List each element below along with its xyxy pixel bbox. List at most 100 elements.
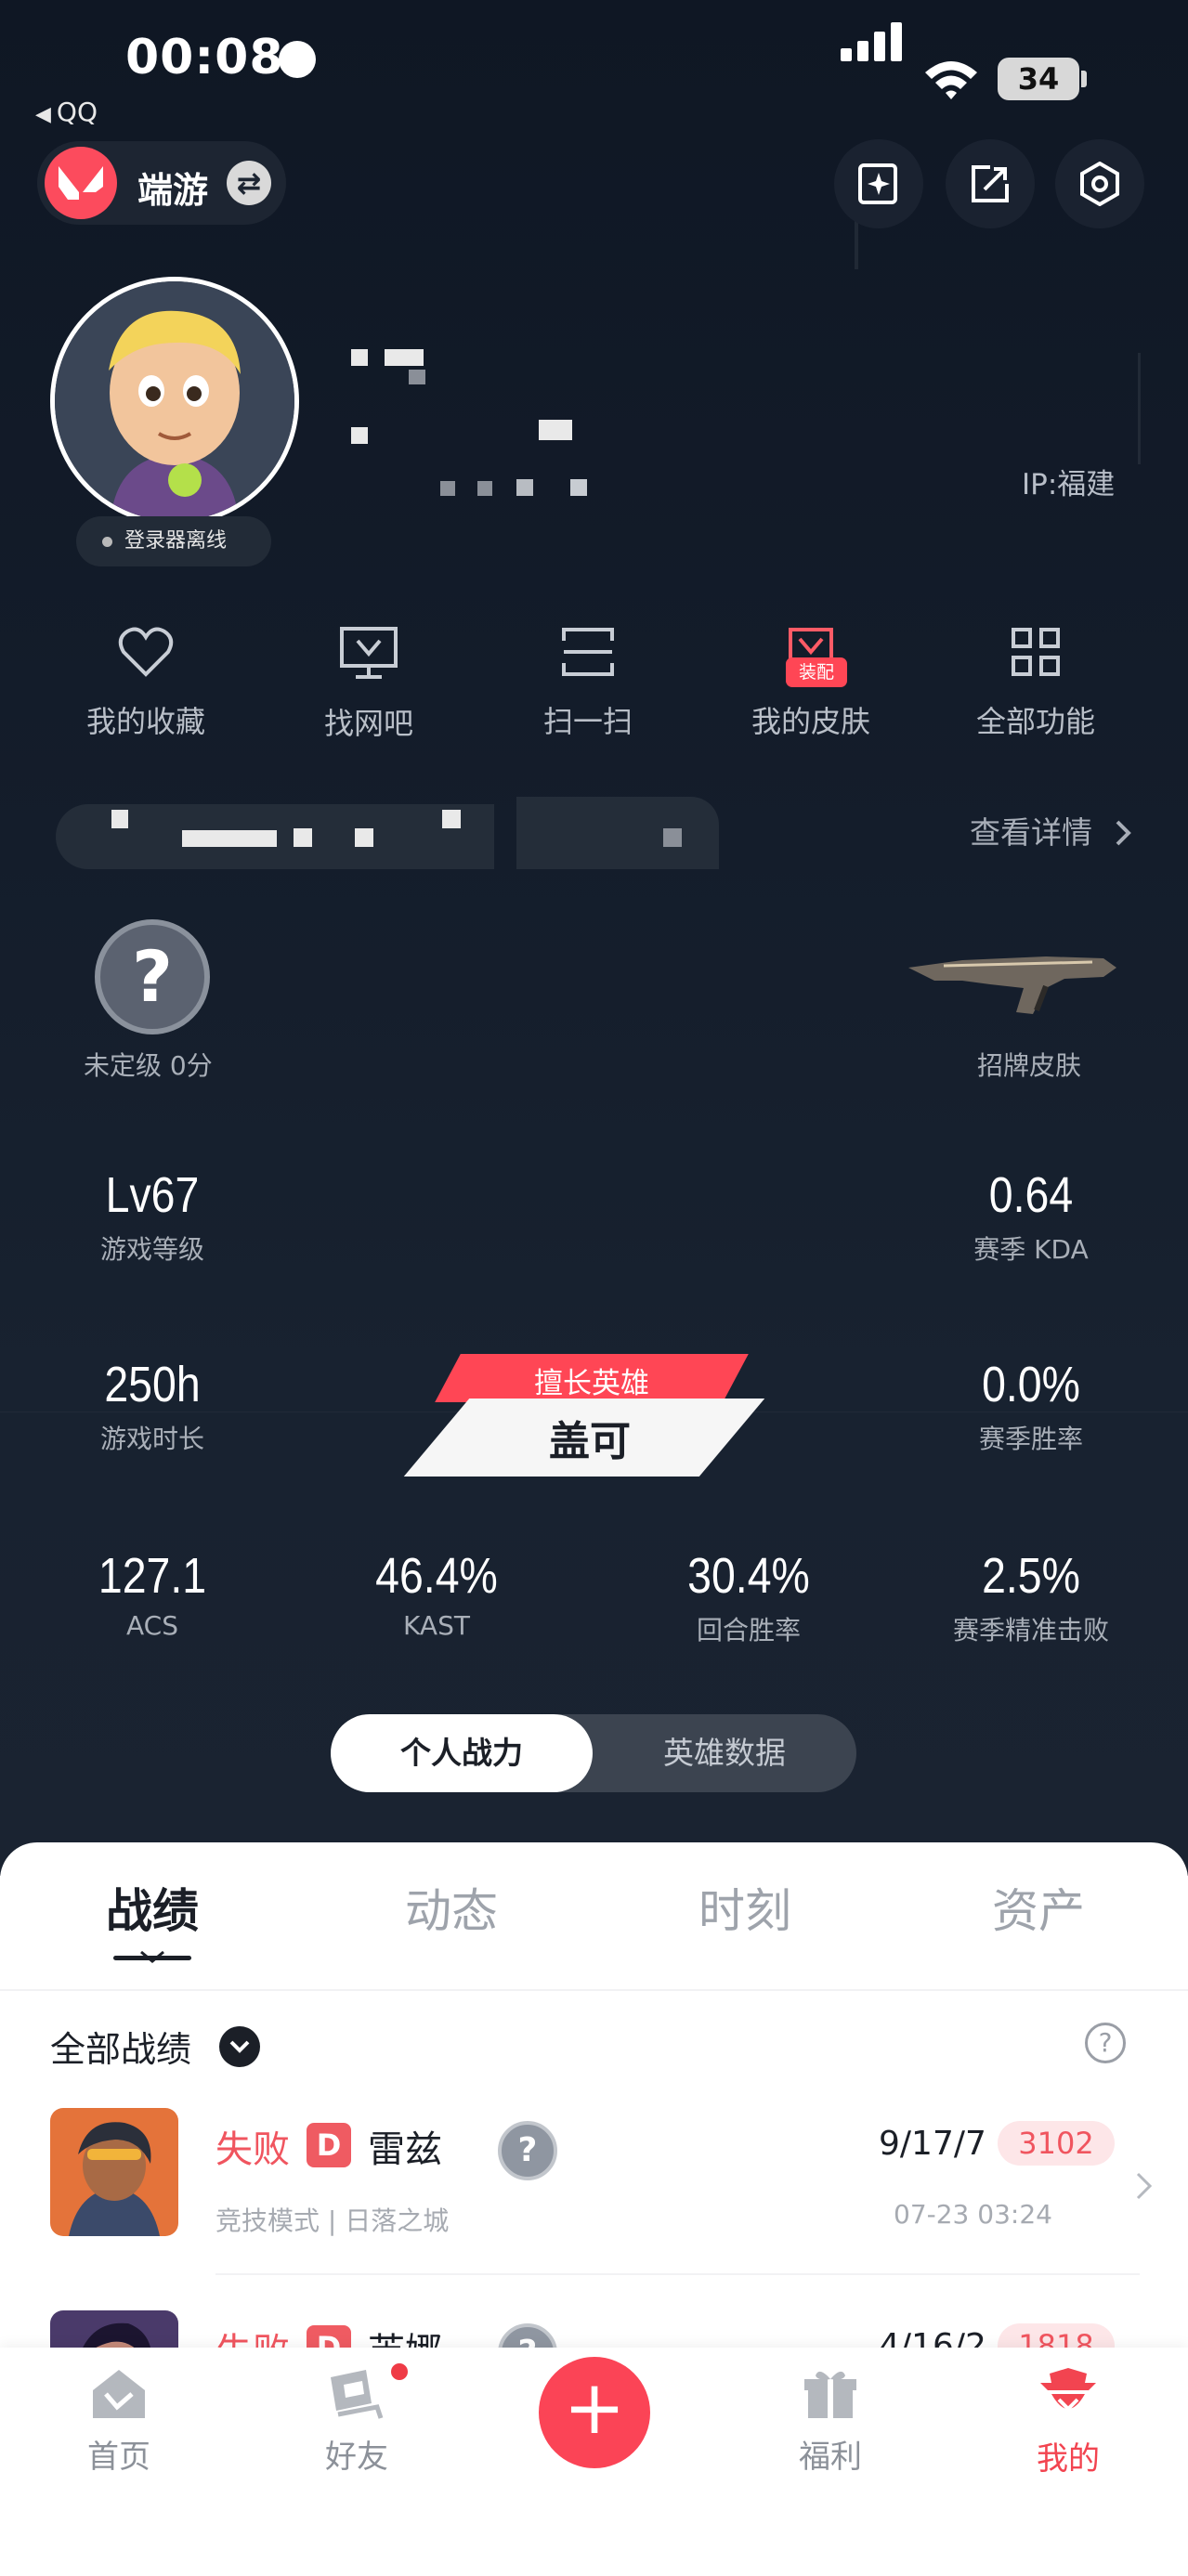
redacted-tag	[539, 420, 572, 440]
tab-indicator-chevron	[140, 1950, 164, 1963]
profile-hero: 00:08 ◀ QQ 34 端游 ⇄ 登录器离线 IP:福建 我的收藏 找网吧 …	[0, 0, 1188, 1876]
match-score-badge: 3102	[998, 2121, 1115, 2166]
grid-icon	[1012, 628, 1060, 676]
nav-label: 我的	[1037, 2440, 1100, 2478]
stat-label: 赛季胜率	[978, 1424, 1083, 1454]
stat-kda: 0.64 赛季 KDA	[920, 1166, 1142, 1267]
avatar[interactable]	[50, 277, 299, 526]
match-row[interactable]: 失败 D 雷兹 ? 竞技模式 | 日落之城 9/17/7 3102 07-23 …	[0, 2108, 1188, 2294]
records-filter-label[interactable]: 全部战绩	[50, 2021, 191, 2072]
match-rank-icon: ?	[498, 2121, 557, 2180]
stat-label: ACS	[126, 1610, 178, 1641]
help-icon[interactable]: ?	[1085, 2023, 1126, 2063]
redacted-rank-bar	[182, 830, 277, 847]
card-edit-button[interactable]	[834, 139, 923, 228]
equip-tag: 装配	[786, 657, 847, 687]
battery-indicator: 34	[998, 58, 1079, 100]
stat-label: 赛季精准击败	[952, 1615, 1109, 1646]
divider	[215, 2273, 1140, 2275]
stat-headshot: 2.5% 赛季精准击败	[920, 1547, 1142, 1647]
me-icon	[1040, 2368, 1096, 2412]
share-button[interactable]	[946, 139, 1035, 228]
settings-hex-icon	[1080, 162, 1119, 206]
toggle-hero-data[interactable]: 英雄数据	[593, 1714, 856, 1792]
settings-button[interactable]	[1055, 139, 1144, 228]
stat-label: KAST	[403, 1610, 470, 1641]
plus-icon[interactable]: +	[539, 2357, 650, 2468]
friends-icon	[331, 2370, 384, 2419]
quick-internet-cafe[interactable]: 找网吧	[281, 626, 457, 743]
signature-skin-rifle-icon[interactable]	[907, 940, 1118, 1014]
stat-level: Lv67 游戏等级	[41, 1166, 264, 1267]
redacted-nickname	[409, 370, 425, 384]
stat-value: Lv67	[105, 1167, 200, 1223]
redacted-id	[570, 479, 587, 496]
tab-assets[interactable]: 资产	[946, 1874, 1131, 1941]
stat-label: 回合胜率	[696, 1615, 801, 1646]
nav-welfare[interactable]: 福利	[765, 2366, 895, 2477]
nav-label: 福利	[799, 2439, 862, 2476]
quick-label: 我的收藏	[85, 704, 205, 739]
view-details-label: 查看详情	[970, 814, 1092, 851]
redacted-rank-bar	[355, 828, 373, 847]
match-time: 07-23 03:24	[894, 2199, 1052, 2230]
stat-label: 赛季 KDA	[973, 1234, 1089, 1265]
quick-all-functions[interactable]: 全部功能	[947, 626, 1124, 741]
nav-label: 好友	[325, 2439, 388, 2476]
quick-label: 找网吧	[323, 706, 413, 741]
stat-label: 游戏时长	[99, 1424, 204, 1454]
view-details-link[interactable]: 查看详情	[970, 808, 1132, 852]
match-grade-badge: D	[307, 2123, 351, 2167]
stat-value: 127.1	[98, 1548, 207, 1604]
redacted-nickname	[351, 427, 368, 444]
wifi-icon	[925, 61, 977, 99]
redacted-rank-bar	[442, 810, 461, 828]
stat-value: 0.0%	[982, 1357, 1080, 1412]
redacted-rank-bar	[516, 797, 719, 869]
toggle-personal-power[interactable]: 个人战力	[331, 1714, 593, 1792]
bottom-nav: 首页 好友 + 福利 我的	[0, 2348, 1188, 2576]
card-sparkle-icon	[858, 163, 897, 204]
offline-status-text: 登录器离线	[124, 529, 228, 553]
share-icon	[972, 165, 1009, 202]
offline-status-badge: 登录器离线	[76, 516, 271, 566]
quick-favorites[interactable]: 我的收藏	[58, 626, 234, 741]
match-result: 失败	[215, 2128, 290, 2171]
game-switch-button[interactable]: 端游 ⇄	[37, 141, 286, 225]
main-hero-name: 盖可	[549, 1418, 631, 1465]
nav-me[interactable]: 我的	[1003, 2366, 1133, 2478]
tab-moments[interactable]: 时刻	[652, 1874, 838, 1941]
stat-kast: 46.4% KAST	[325, 1547, 548, 1641]
nav-home[interactable]: 首页	[54, 2366, 184, 2477]
nav-friends[interactable]: 好友	[292, 2366, 422, 2477]
scan-icon	[562, 628, 614, 676]
quick-scan[interactable]: 扫一扫	[500, 626, 676, 741]
back-app-label: QQ	[56, 97, 98, 127]
tab-feed[interactable]: 动态	[359, 1874, 544, 1941]
home-icon	[93, 2370, 145, 2418]
recording-dot-icon	[279, 41, 316, 78]
valorant-logo-icon	[45, 147, 117, 219]
stat-label: 游戏等级	[99, 1234, 204, 1265]
question-mark: ?	[131, 935, 174, 1018]
signature-skin-label: 招牌皮肤	[977, 1050, 1082, 1081]
status-time: 00:08	[125, 30, 284, 85]
stat-value: 2.5%	[982, 1548, 1080, 1604]
agent-avatar-raze	[50, 2108, 178, 2236]
stat-round-winrate: 30.4% 回合胜率	[637, 1547, 860, 1647]
rank-label: 未定级 0分	[84, 1050, 213, 1081]
unranked-badge-icon[interactable]: ?	[95, 919, 210, 1034]
game-name: 端游	[137, 170, 209, 211]
swap-icon: ⇄	[227, 161, 271, 205]
stats-mode-toggle: 个人战力 英雄数据	[331, 1714, 856, 1792]
match-kda: 9/17/7	[879, 2125, 986, 2163]
decor-line	[1138, 353, 1141, 464]
tab-records[interactable]: 战绩	[59, 1874, 245, 1941]
back-to-app-link[interactable]: ◀ QQ	[35, 97, 98, 127]
notification-dot	[388, 2361, 411, 2383]
chevron-down-icon[interactable]	[219, 2026, 260, 2067]
quick-label: 扫一扫	[542, 704, 633, 739]
heart-icon	[118, 627, 174, 677]
match-mode-map: 竞技模式 | 日落之城	[215, 2205, 450, 2236]
redacted-id	[440, 481, 455, 496]
